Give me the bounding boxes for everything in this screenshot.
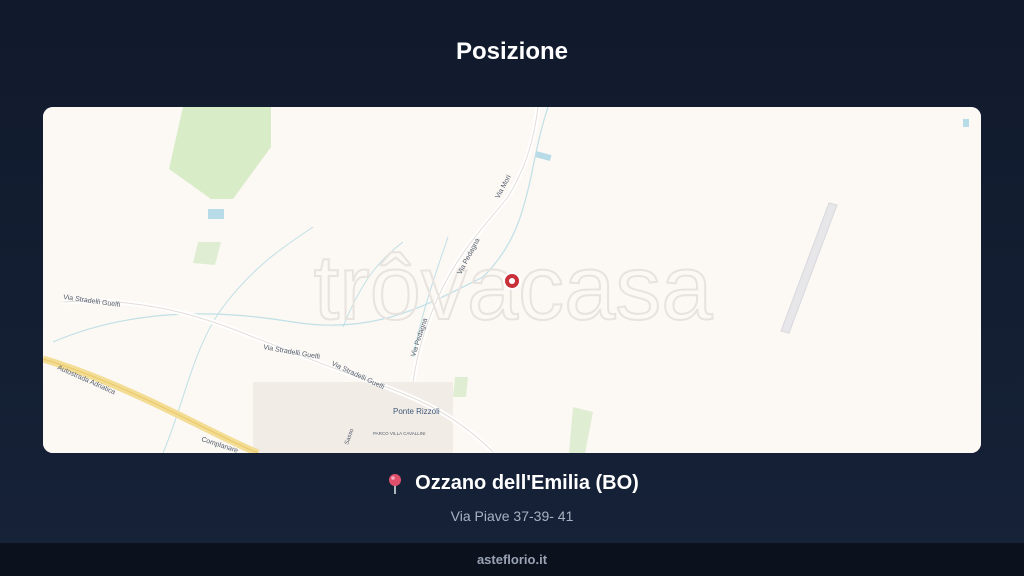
map-view[interactable]: trôvacasa Via Stradelli Guelfi Via Strad…: [43, 107, 981, 453]
pool: [208, 209, 224, 219]
location-city: Ozzano dell'Emilia (BO): [415, 472, 639, 494]
footer-brand: asteflorio.it: [0, 543, 1024, 576]
location-info: Ozzano dell'Emilia (BO) Via Piave 37-39-…: [0, 472, 1024, 524]
park-area: [453, 377, 468, 397]
place-label: PARCO VILLA CAVALLINI: [373, 431, 426, 436]
page-title: Posizione: [455, 38, 569, 65]
urban-area: [253, 382, 453, 453]
place-label: Ponte Rizzoli: [393, 407, 440, 416]
location-city-line: Ozzano dell'Emilia (BO): [385, 472, 639, 495]
location-address: Via Piave 37-39- 41: [450, 507, 574, 524]
pool: [963, 119, 969, 127]
location-marker-icon[interactable]: [503, 272, 521, 290]
map-pin-icon: [389, 473, 402, 494]
map-canvas[interactable]: trôvacasa Via Stradelli Guelfi Via Strad…: [43, 107, 981, 453]
